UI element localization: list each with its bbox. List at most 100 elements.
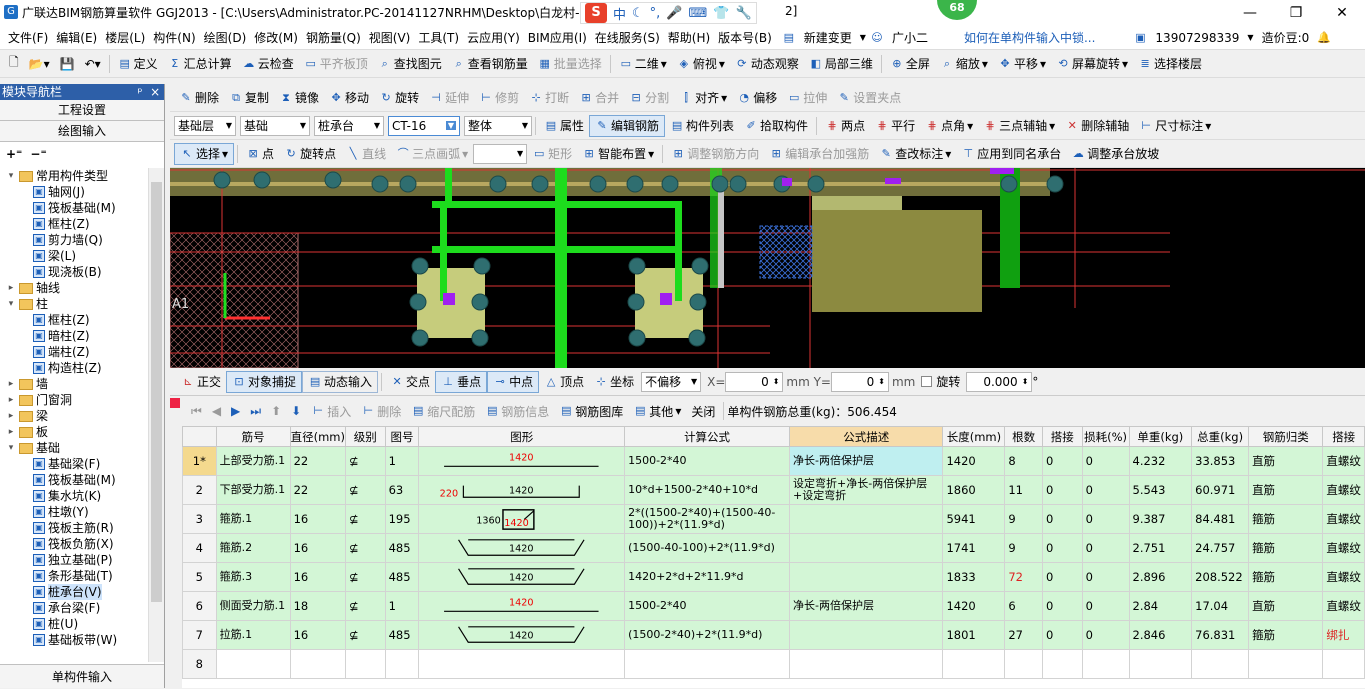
cell-count[interactable]: 11 [1005, 476, 1043, 505]
rebar-library-button[interactable]: ▤钢筋图库 [554, 400, 628, 422]
cell-loss[interactable]: 0 [1082, 592, 1129, 621]
row-number[interactable]: 1* [183, 447, 217, 476]
y-input[interactable]: 0⬍ [831, 372, 889, 392]
cell-shape[interactable]: 1420 [419, 563, 625, 592]
tree-node[interactable]: ▾柱 [0, 296, 148, 312]
column-header[interactable]: 总重(kg) [1192, 427, 1249, 447]
arc-option-select[interactable]: ▼ [473, 144, 527, 164]
tree-node[interactable]: ▣筏板基础(M) [0, 200, 148, 216]
sogou-ime-icon[interactable]: S [585, 3, 607, 23]
cost-bean[interactable]: 造价豆:0 [1258, 26, 1314, 50]
ime-toolbar[interactable]: S 中 ☾ °, 🎤 ⌨ 👕 🔧 [580, 2, 757, 24]
cell-grade[interactable]: ⊈ [345, 505, 385, 534]
bell-icon[interactable]: 🔔 [1317, 31, 1331, 45]
cell-unit_w[interactable] [1129, 650, 1192, 679]
cell-cat[interactable]: 箍筋 [1249, 505, 1323, 534]
cell-count[interactable]: 6 [1005, 592, 1043, 621]
table-row[interactable]: 7拉筋.116⊈4851420(1500-2*40)+2*(11.9*d)180… [183, 621, 1365, 650]
vertex-snap[interactable]: △顶点 [539, 371, 589, 393]
table-row[interactable]: 3箍筋.116⊈195136014202*((1500-2*40)+(1500-… [183, 505, 1365, 534]
cell-unit_w[interactable]: 2.84 [1129, 592, 1192, 621]
cell-unit_w[interactable]: 2.751 [1129, 534, 1192, 563]
rebar-info-button[interactable]: ▤钢筋信息 [480, 400, 554, 422]
cell-dia[interactable]: 22 [290, 476, 345, 505]
cell-count[interactable]: 72 [1005, 563, 1043, 592]
grid-close-icon[interactable] [170, 398, 180, 408]
define-button[interactable]: ▤定义 [113, 53, 163, 75]
cell-desc[interactable]: 净长-两倍保护层 [790, 447, 943, 476]
edit-cap-reinforcement-button[interactable]: ⊞编辑承台加强筋 [764, 143, 874, 165]
align-dropdown[interactable]: ⫿对齐▾ [674, 87, 732, 109]
tree-node[interactable]: ▣构造柱(Z) [0, 360, 148, 376]
cell-dia[interactable]: 16 [290, 505, 345, 534]
screen-rotate-dropdown[interactable]: ⟲屏幕旋转▾ [1051, 53, 1133, 75]
rotate-input[interactable]: 0.000⬍ [966, 372, 1032, 392]
floor-select[interactable]: 基础层▼ [174, 116, 236, 136]
break-button[interactable]: ⊹打断 [524, 87, 574, 109]
menu-item-0[interactable]: 文件(F) [4, 26, 52, 50]
tree-node[interactable]: ▸门窗洞 [0, 392, 148, 408]
collapse-all-icon[interactable]: −⁼ [30, 147, 46, 161]
tree-node[interactable]: ▣条形基础(T) [0, 568, 148, 584]
cell-name[interactable] [216, 650, 290, 679]
cell-name[interactable]: 侧面受力筋.1 [216, 592, 290, 621]
rectangle-button[interactable]: ▭矩形 [527, 143, 577, 165]
category-select[interactable]: 基础▼ [240, 116, 310, 136]
cell-dia[interactable]: 16 [290, 563, 345, 592]
local-3d-button[interactable]: ◧局部三维 [804, 53, 878, 75]
menu-item-10[interactable]: BIM应用(I) [524, 26, 591, 50]
close-icon[interactable]: ✕ [1319, 0, 1365, 26]
menu-item-3[interactable]: 构件(N) [149, 26, 199, 50]
expand-icon[interactable]: ▸ [6, 408, 16, 424]
view-2d-dropdown[interactable]: ▭二维▾ [614, 53, 672, 75]
cell-formula[interactable]: 10*d+1500-2*40+10*d [625, 476, 790, 505]
point-button[interactable]: ⊠点 [241, 143, 279, 165]
cell-lap2[interactable]: 直螺纹 [1323, 476, 1365, 505]
cell-name[interactable]: 箍筋.3 [216, 563, 290, 592]
tree-node[interactable]: ▣柱墩(Y) [0, 504, 148, 520]
menu-item-13[interactable]: 版本号(B) [714, 26, 776, 50]
adjust-cap-slope-button[interactable]: ☁调整承台放坡 [1066, 143, 1164, 165]
two-point-button[interactable]: ⋕两点 [820, 115, 870, 137]
tree-node[interactable]: ▣端柱(Z) [0, 344, 148, 360]
tree-node[interactable]: ▣基础板带(W) [0, 632, 148, 648]
cell-name[interactable]: 箍筋.2 [216, 534, 290, 563]
column-header[interactable]: 钢筋归类 [1249, 427, 1323, 447]
offset-button[interactable]: ◔偏移 [732, 87, 782, 109]
tree-node[interactable]: ▣现浇板(B) [0, 264, 148, 280]
cell-shape[interactable] [419, 650, 625, 679]
cell-unit_w[interactable]: 2.846 [1129, 621, 1192, 650]
cell-loss[interactable]: 0 [1082, 476, 1129, 505]
cell-unit_w[interactable]: 4.232 [1129, 447, 1192, 476]
cell-lap2[interactable]: 直螺纹 [1323, 534, 1365, 563]
cell-len[interactable]: 1420 [943, 447, 1005, 476]
cell-grade[interactable]: ⊈ [345, 563, 385, 592]
pin-icon[interactable]: ᵖ [137, 85, 142, 99]
select-floor-button[interactable]: ≣选择楼层 [1133, 53, 1207, 75]
keyboard-icon[interactable]: ⌨ [689, 6, 708, 21]
cell-formula[interactable]: (1500-40-100)+2*(11.9*d) [625, 534, 790, 563]
menu-item-4[interactable]: 绘图(D) [200, 26, 251, 50]
cell-lap[interactable]: 0 [1042, 505, 1082, 534]
type-select[interactable]: 桩承台▼ [314, 116, 384, 136]
select-dropdown[interactable]: ↖选择▾ [174, 143, 234, 165]
prev-record-icon[interactable]: ◀ [207, 400, 226, 422]
batch-select-button[interactable]: ▦批量选择 [533, 53, 607, 75]
microphone-icon[interactable]: 🎤 [666, 6, 682, 21]
cell-count[interactable]: 8 [1005, 447, 1043, 476]
tree-node[interactable]: ▣桩承台(V) [0, 584, 148, 600]
point-angle-dropdown[interactable]: ⋕点角▾ [920, 115, 978, 137]
cell-count[interactable]: 27 [1005, 621, 1043, 650]
offset-select[interactable]: 不偏移▼ [641, 372, 701, 392]
cell-unit_w[interactable]: 2.896 [1129, 563, 1192, 592]
column-header[interactable]: 图号 [385, 427, 419, 447]
ime-mode-label[interactable]: 中 [613, 4, 626, 23]
cell-loss[interactable]: 0 [1082, 534, 1129, 563]
cell-count[interactable]: 9 [1005, 505, 1043, 534]
properties-button[interactable]: ▤属性 [539, 115, 589, 137]
row-number[interactable]: 7 [183, 621, 217, 650]
cell-fig[interactable]: 1 [385, 592, 419, 621]
find-element-button[interactable]: ⌕查找图元 [373, 53, 447, 75]
cell-desc[interactable] [790, 505, 943, 534]
new-file-icon[interactable]: 🗋 [4, 53, 24, 75]
